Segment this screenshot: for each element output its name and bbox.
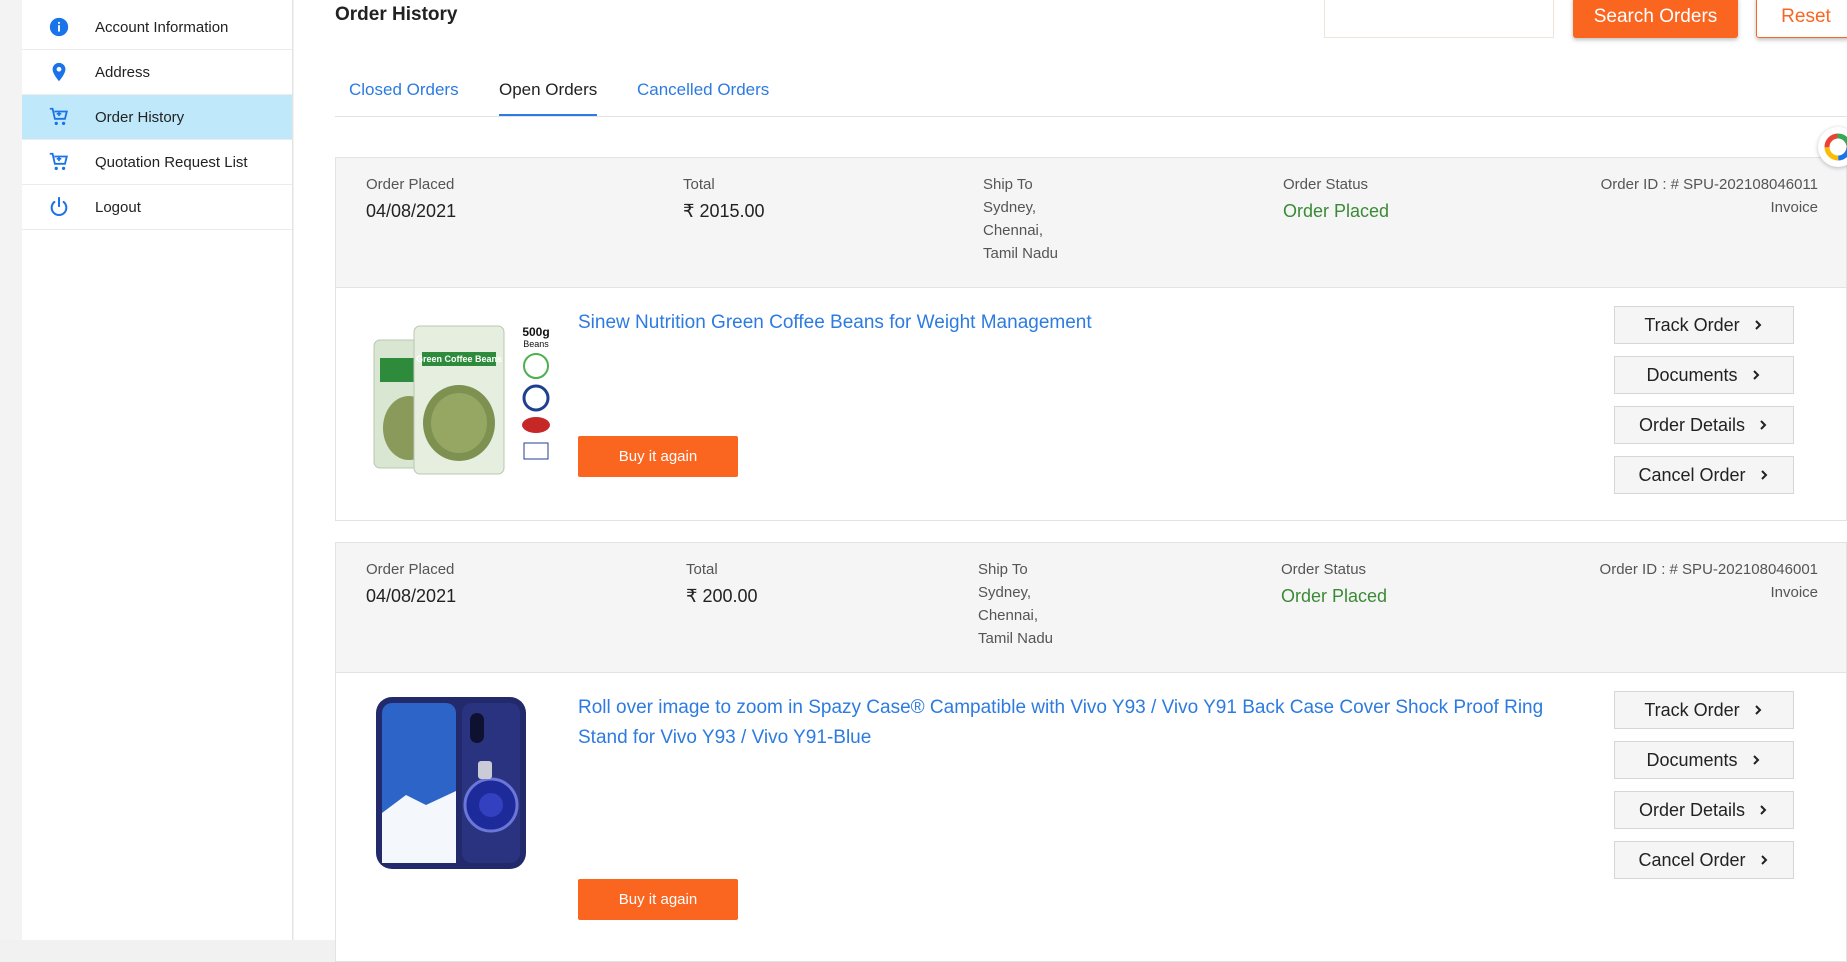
sidebar-item-label: Logout [95, 199, 141, 216]
ship-to-line: Sydney, [983, 199, 1037, 216]
tab-cancelled-orders[interactable]: Cancelled Orders [637, 80, 769, 114]
chevron-right-icon [1754, 705, 1762, 715]
chevron-right-icon [1760, 855, 1767, 865]
ship-to-line: Chennai, [983, 222, 1044, 239]
product-image-text: Green Coffee Beans [416, 354, 502, 364]
sidebar-item-logout[interactable]: Logout [22, 185, 292, 230]
reset-button[interactable]: Reset [1756, 0, 1847, 38]
buy-it-again-button[interactable]: Buy it again [578, 879, 738, 920]
sidebar-item-address[interactable]: Address [22, 50, 292, 95]
order-status-value: Order Placed [1283, 201, 1390, 221]
power-icon [50, 196, 68, 216]
order-search-input[interactable] [1324, 0, 1554, 38]
button-label: Order Details [1638, 414, 1746, 435]
invoice-link[interactable]: Invoice [1770, 199, 1818, 216]
chevron-right-icon [1752, 755, 1759, 765]
order-card: Order Placed 04/08/2021 Total ₹ 2015.00 … [335, 157, 1847, 521]
ship-to-line: Sydney, [978, 584, 1032, 601]
total-label: Total [686, 561, 718, 578]
ship-to-label: Ship To [983, 176, 1033, 193]
button-label: Track Order [1644, 314, 1740, 335]
cart-icon [49, 152, 68, 171]
product-image-text: 500g [522, 325, 549, 339]
sidebar-item-label: Account Information [95, 19, 229, 36]
order-date: 04/08/2021 [366, 201, 457, 221]
button-label: Cancel Order [1638, 849, 1746, 870]
ship-to-line: Tamil Nadu [983, 245, 1059, 262]
sidebar: Account Information Address Order Histor… [22, 0, 293, 940]
product-image-phone-case [376, 697, 526, 869]
order-details-button[interactable]: Order Details [1614, 791, 1794, 829]
chevron-right-icon [1760, 420, 1767, 430]
track-order-button[interactable]: Track Order [1614, 691, 1794, 729]
button-label: Documents [1646, 364, 1738, 385]
chevron-right-icon [1760, 805, 1767, 815]
info-icon [49, 17, 69, 37]
sidebar-item-quotation-request-list[interactable]: Quotation Request List [22, 140, 292, 185]
order-details-button[interactable]: Order Details [1614, 406, 1794, 444]
chevron-right-icon [1752, 370, 1759, 380]
cart-icon [49, 107, 68, 126]
order-summary-header: Order Placed 04/08/2021 Total ₹ 2015.00 … [336, 158, 1846, 288]
order-id: Order ID : # SPU-202108046011 [1600, 176, 1818, 193]
button-label: Order Details [1638, 799, 1746, 820]
order-card: Order Placed 04/08/2021 Total ₹ 200.00 S… [335, 542, 1847, 962]
order-placed-label: Order Placed [366, 561, 455, 578]
order-status-label: Order Status [1281, 561, 1367, 578]
order-status-value: Order Placed [1281, 586, 1388, 606]
ship-to-line: Chennai, [978, 607, 1039, 624]
track-order-button[interactable]: Track Order [1614, 306, 1794, 344]
invoice-link[interactable]: Invoice [1770, 584, 1818, 601]
documents-button[interactable]: Documents [1614, 356, 1794, 394]
page-title: Order History [335, 4, 458, 25]
ship-to-label: Ship To [978, 561, 1028, 578]
left-edge-strip [0, 0, 22, 940]
tab-open-orders[interactable]: Open Orders [499, 80, 598, 116]
cancel-order-button[interactable]: Cancel Order [1614, 841, 1794, 879]
ship-to-line: Tamil Nadu [978, 630, 1054, 647]
order-summary-header: Order Placed 04/08/2021 Total ₹ 200.00 S… [336, 543, 1846, 673]
total-label: Total [683, 176, 715, 193]
order-total: ₹ 200.00 [686, 586, 758, 606]
product-image-text: Beans [523, 339, 549, 349]
order-id: Order ID : # SPU-202108046001 [1599, 561, 1818, 578]
product-title-link[interactable]: Sinew Nutrition Green Coffee Beans for W… [578, 308, 1598, 338]
order-total: ₹ 2015.00 [683, 201, 765, 221]
cancel-order-button[interactable]: Cancel Order [1614, 456, 1794, 494]
sidebar-item-label: Address [95, 64, 151, 81]
order-tabs: Closed Orders Open Orders Cancelled Orde… [335, 68, 1847, 117]
tab-closed-orders[interactable]: Closed Orders [349, 80, 459, 114]
floating-widget[interactable] [1818, 127, 1847, 167]
main-content: Order History Search Orders Reset Closed… [294, 0, 1847, 962]
color-wheel-icon [1824, 133, 1847, 161]
button-label: Track Order [1644, 699, 1740, 720]
product-image-green-coffee-beans: Green Coffee Beans 500g Beans [373, 325, 550, 475]
sidebar-item-label: Order History [95, 109, 185, 126]
product-title-link[interactable]: Roll over image to zoom in Spazy Case® C… [578, 693, 1598, 753]
chevron-right-icon [1754, 320, 1762, 330]
sidebar-item-label: Quotation Request List [95, 154, 248, 171]
chevron-right-icon [1760, 470, 1767, 480]
location-pin-icon [52, 62, 66, 82]
sidebar-item-order-history[interactable]: Order History [22, 95, 292, 140]
sidebar-item-account-information[interactable]: Account Information [22, 5, 292, 50]
order-date: 04/08/2021 [366, 586, 457, 606]
search-orders-button[interactable]: Search Orders [1573, 0, 1738, 38]
order-status-label: Order Status [1283, 176, 1369, 193]
button-label: Cancel Order [1638, 464, 1746, 485]
button-label: Documents [1646, 749, 1738, 770]
buy-it-again-button[interactable]: Buy it again [578, 436, 738, 477]
documents-button[interactable]: Documents [1614, 741, 1794, 779]
order-placed-label: Order Placed [366, 176, 455, 193]
